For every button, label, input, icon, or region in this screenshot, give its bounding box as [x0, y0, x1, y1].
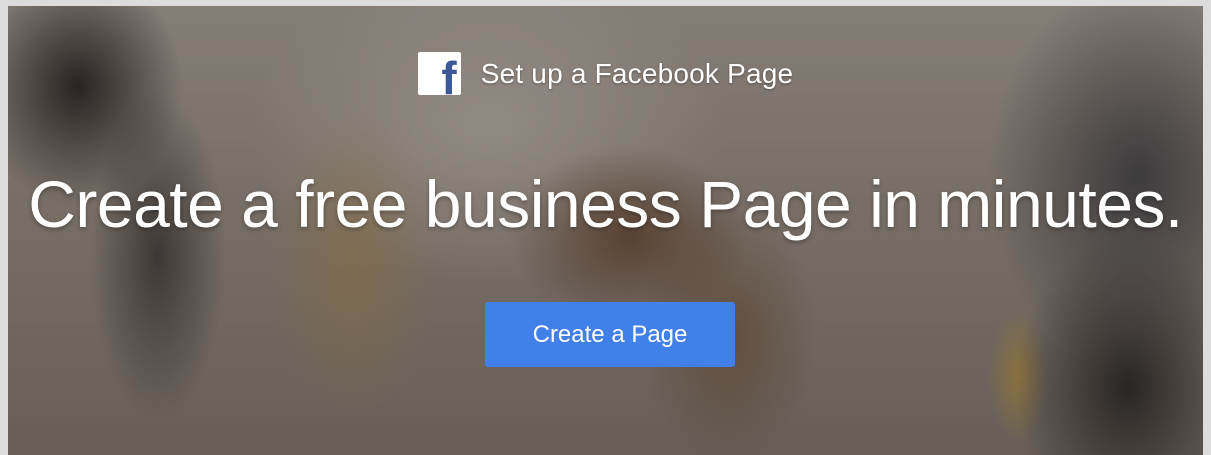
hero-content: f Set up a Facebook Page Create a free b… [8, 6, 1203, 455]
facebook-logo-icon: f [417, 52, 461, 95]
hero-banner: f Set up a Facebook Page Create a free b… [8, 6, 1203, 455]
facebook-logo-glyph: f [441, 52, 457, 95]
page-frame: f Set up a Facebook Page Create a free b… [0, 0, 1211, 455]
brand-title: Set up a Facebook Page [480, 57, 794, 89]
brand-header: f Set up a Facebook Page [8, 52, 1203, 95]
create-page-button[interactable]: Create a Page [485, 302, 735, 367]
hero-headline: Create a free business Page in minutes. [28, 167, 1183, 241]
